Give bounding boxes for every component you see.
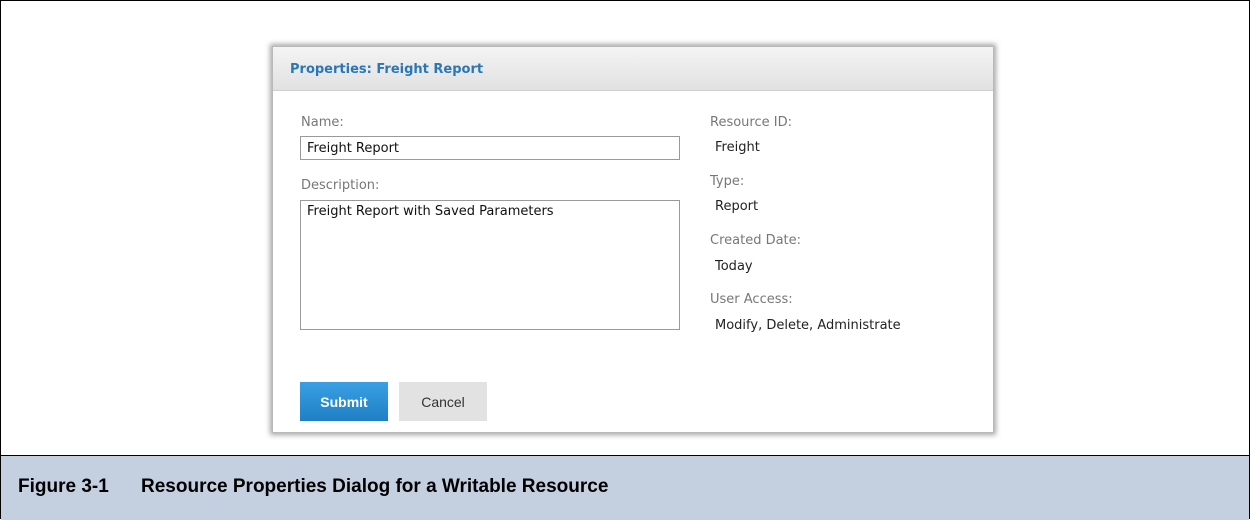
figure-frame: Properties: Freight Report Name: Descrip… [0, 0, 1250, 520]
name-input[interactable] [300, 136, 680, 160]
figure-number: Figure 3-1 [18, 476, 109, 497]
type-value: Report [715, 199, 759, 214]
cancel-button[interactable]: Cancel [399, 382, 487, 421]
figure-caption: Figure 3-1 Resource Properties Dialog fo… [1, 455, 1249, 520]
created-date-label: Created Date: [710, 233, 802, 248]
user-access-label: User Access: [710, 292, 793, 307]
description-textarea[interactable]: Freight Report with Saved Parameters [300, 200, 680, 330]
properties-dialog: Properties: Freight Report Name: Descrip… [272, 46, 994, 433]
type-label: Type: [710, 174, 745, 189]
dialog-header: Properties: Freight Report [273, 47, 993, 91]
created-date-value: Today [715, 259, 753, 274]
dialog-title: Properties: Freight Report [290, 62, 484, 77]
resource-id-label: Resource ID: [710, 115, 792, 130]
figure-caption-text: Resource Properties Dialog for a Writabl… [141, 476, 609, 497]
description-label: Description: [301, 178, 380, 193]
name-label: Name: [301, 115, 344, 130]
user-access-value: Modify, Delete, Administrate [715, 318, 901, 333]
submit-button[interactable]: Submit [300, 382, 388, 421]
resource-id-value: Freight [715, 140, 760, 155]
